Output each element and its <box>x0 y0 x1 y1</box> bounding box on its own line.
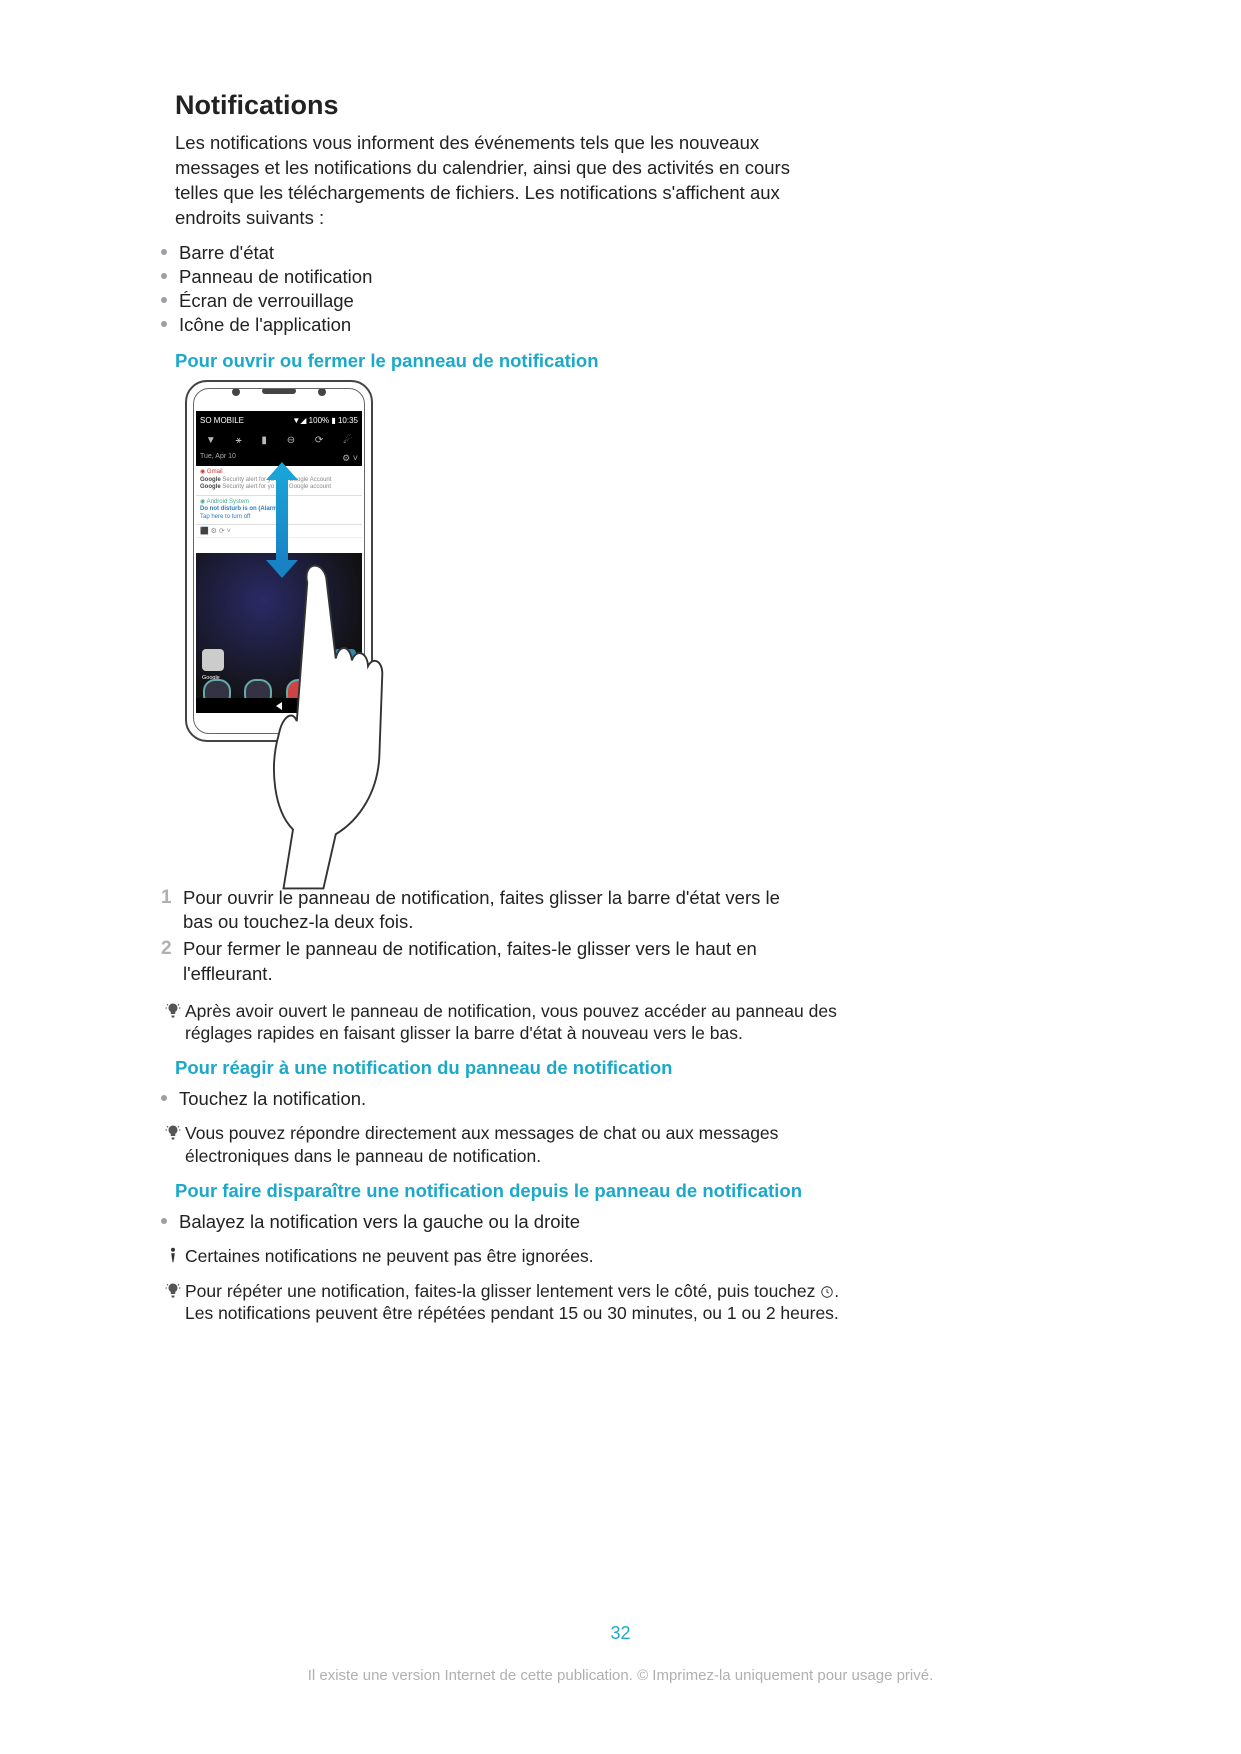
lightbulb-icon <box>161 1280 185 1300</box>
status-right: ▼◢ 100% ▮ 10:35 <box>292 416 358 425</box>
place-item: Icône de l'application <box>179 313 351 336</box>
place-item: Barre d'état <box>179 241 274 264</box>
qs-flashlight-icon: ☄ <box>343 435 352 446</box>
tip-block: Pour répéter une notification, faites-la… <box>161 1280 841 1326</box>
qs-rotate-icon: ⟳ <box>315 435 323 446</box>
place-item: Panneau de notification <box>179 265 372 288</box>
bullet-icon <box>161 321 167 327</box>
tip-text: Vous pouvez répondre directement aux mes… <box>185 1122 841 1168</box>
bullet-icon <box>161 297 167 303</box>
tip-block: Vous pouvez répondre directement aux mes… <box>161 1122 841 1168</box>
qs-wifi-icon: ▼ <box>206 435 216 446</box>
place-item: Écran de verrouillage <box>179 289 354 312</box>
step-text: Pour fermer le panneau de notification, … <box>183 937 811 985</box>
places-list: Barre d'état Panneau de notification Écr… <box>161 241 1066 337</box>
date-label: Tue, Apr 10 <box>200 453 236 464</box>
section3-title: Pour faire disparaître une notification … <box>175 1180 1066 1202</box>
list-item: Balayez la notification vers la gauche o… <box>179 1210 580 1233</box>
gear-icon: ⚙ ˅ <box>342 453 358 464</box>
lightbulb-icon <box>161 1122 185 1142</box>
qs-battery-icon: ▮ <box>261 435 267 446</box>
page-number: 32 <box>0 1623 1241 1644</box>
section1-title: Pour ouvrir ou fermer le panneau de noti… <box>175 350 1066 372</box>
qs-bluetooth-icon: ⚹ <box>236 435 242 446</box>
notification-card: ◉ Gmail Google Security alert for yo ed … <box>196 466 362 496</box>
step-number: 1 <box>161 886 183 934</box>
bullet-icon <box>161 1095 167 1101</box>
qs-dnd-icon: ⊖ <box>287 435 295 446</box>
lightbulb-icon <box>161 1000 185 1020</box>
list-item: Touchez la notification. <box>179 1087 366 1110</box>
section2-title: Pour réagir à une notification du pannea… <box>175 1057 1066 1079</box>
bullet-icon <box>161 273 167 279</box>
warning-block: Certaines notifications ne peuvent pas ê… <box>161 1245 841 1268</box>
bullet-icon <box>161 1218 167 1224</box>
tip-text: Après avoir ouvert le panneau de notific… <box>185 1000 841 1046</box>
quick-settings-row: ▼ ⚹ ▮ ⊖ ⟳ ☄ <box>196 429 362 451</box>
step-number: 2 <box>161 937 183 985</box>
steps-list: 1Pour ouvrir le panneau de notification,… <box>161 886 1066 985</box>
tip-text: Pour répéter une notification, faites-la… <box>185 1280 841 1326</box>
footer-note: Il existe une version Internet de cette … <box>0 1667 1241 1684</box>
hand-illustration <box>255 550 445 900</box>
intro-text: Les notifications vous informent des évé… <box>175 131 815 231</box>
exclamation-icon <box>161 1245 185 1265</box>
carrier-label: SO MOBILE <box>200 416 244 425</box>
warning-text: Certaines notifications ne peuvent pas ê… <box>185 1245 594 1268</box>
row-icons: ⬛ ⚙ ⟳ ˅ <box>196 525 362 538</box>
bullet-icon <box>161 249 167 255</box>
notification-card: ◉ Android System Do not disturb is on (A… <box>196 496 362 526</box>
phone-illustration: SO MOBILE ▼◢ 100% ▮ 10:35 ▼ ⚹ ▮ ⊖ ⟳ ☄ <box>175 380 1066 880</box>
clock-icon <box>820 1285 834 1299</box>
tip-block: Après avoir ouvert le panneau de notific… <box>161 1000 841 1046</box>
page-heading: Notifications <box>175 90 1066 121</box>
